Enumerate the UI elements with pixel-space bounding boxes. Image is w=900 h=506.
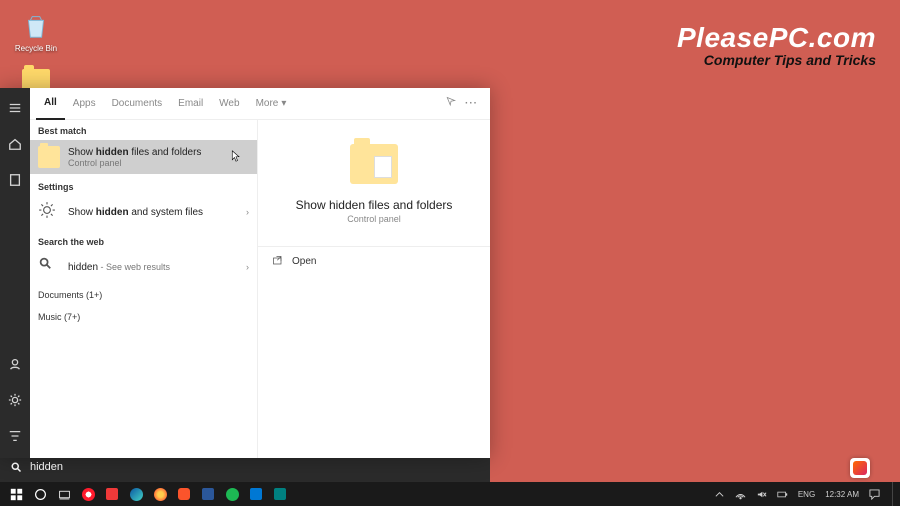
chevron-right-icon: › [246,207,249,217]
result-documents-count[interactable]: Documents (1+) [30,284,257,306]
taskbar-app-edge[interactable] [124,482,148,506]
folder-options-icon [38,146,60,168]
search-icon [10,461,22,473]
search-input[interactable] [30,461,480,473]
preview-title: Show hidden files and folders [296,198,453,212]
watermark-subtitle: Computer Tips and Tricks [677,52,876,68]
search-rail [0,88,30,458]
tab-more[interactable]: More▾ [248,88,295,120]
more-options-icon[interactable]: ··· [465,98,478,109]
tray-language[interactable]: ENG [796,482,817,506]
floating-notification-icon[interactable] [850,458,870,478]
result-music-count[interactable]: Music (7+) [30,306,257,328]
open-icon [272,255,284,267]
taskbar-app-brave[interactable] [172,482,196,506]
result-title: Show hidden files and folders [68,147,249,158]
taskbar-app-vivaldi[interactable] [100,482,124,506]
chevron-down-icon: ▾ [281,98,286,109]
start-search-panel: All Apps Documents Email Web More▾ ··· B… [0,452,490,482]
result-title: hidden - See web results [68,262,238,273]
watermark-title: PleasePC.com [677,22,876,54]
tray-battery-icon[interactable] [775,482,790,506]
search-results-list: Best match Show hidden files and folders… [30,120,258,458]
tray-clock[interactable]: 12:32 AM [823,482,861,506]
tab-all[interactable]: All [36,88,65,120]
taskbar-app-opera[interactable] [76,482,100,506]
task-view-button[interactable] [52,482,76,506]
home-icon[interactable] [0,132,30,156]
preview-action-open[interactable]: Open [258,247,490,275]
tray-action-center-icon[interactable] [867,482,882,506]
tab-web[interactable]: Web [211,88,247,120]
taskbar: ENG 12:32 AM [0,482,900,506]
mouse-cursor-icon [231,150,241,165]
hamburger-icon[interactable] [0,96,30,120]
cortana-button[interactable] [28,482,52,506]
watermark: PleasePC.com Computer Tips and Tricks [677,22,876,68]
recycle-bin-icon [20,10,52,42]
chevron-right-icon: › [246,262,249,272]
gear-icon[interactable] [0,388,30,412]
result-web-item[interactable]: hidden - See web results › [30,250,257,284]
result-title: Show hidden and system files [68,207,238,218]
document-rail-icon[interactable] [0,168,30,192]
tray-overflow-icon[interactable] [712,482,727,506]
preview-subtitle: Control panel [347,214,401,224]
gear-icon [38,201,60,223]
filter-icon[interactable] [0,424,30,448]
start-button[interactable] [4,482,28,506]
tray-network-icon[interactable] [733,482,748,506]
folder-options-icon [350,144,398,184]
taskbar-app-generic-teal[interactable] [268,482,292,506]
result-settings-item[interactable]: Show hidden and system files › [30,195,257,229]
result-best-match[interactable]: Show hidden files and folders Control pa… [30,140,257,174]
show-desktop-button[interactable] [892,482,896,506]
section-best-match: Best match [30,120,257,140]
result-subtitle: Control panel [68,158,249,168]
desktop-icon-label: Recycle Bin [12,44,60,53]
tab-documents[interactable]: Documents [104,88,171,120]
tray-volume-icon[interactable] [754,482,769,506]
taskbar-app-word[interactable] [196,482,220,506]
feedback-icon[interactable] [445,96,457,111]
tab-apps[interactable]: Apps [65,88,104,120]
search-tabs: All Apps Documents Email Web More▾ ··· [30,88,490,120]
account-icon[interactable] [0,352,30,376]
tab-email[interactable]: Email [170,88,211,120]
section-search-web: Search the web [30,229,257,250]
desktop-icon-recycle-bin[interactable]: Recycle Bin [12,10,60,53]
taskbar-app-spotify[interactable] [220,482,244,506]
section-settings: Settings [30,174,257,195]
taskbar-app-generic-blue[interactable] [244,482,268,506]
search-icon [38,256,60,278]
search-preview-pane: Show hidden files and folders Control pa… [258,120,490,458]
taskbar-app-firefox[interactable] [148,482,172,506]
